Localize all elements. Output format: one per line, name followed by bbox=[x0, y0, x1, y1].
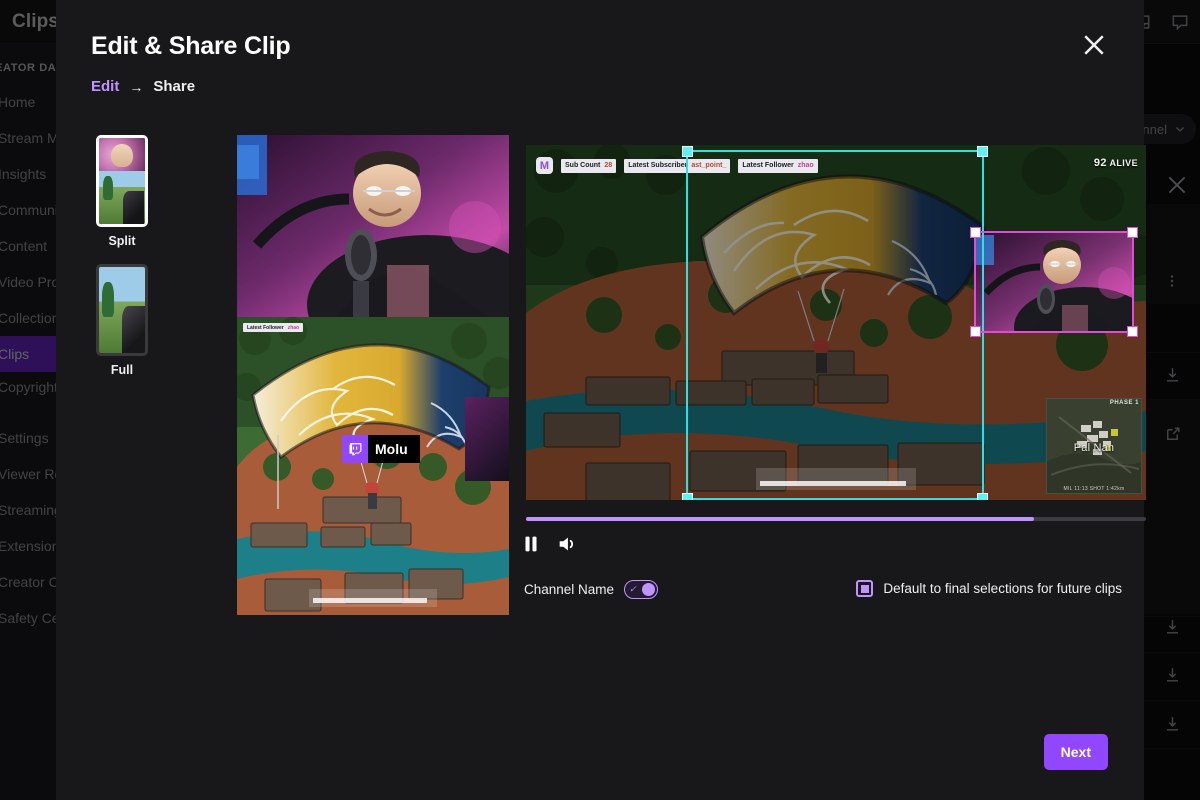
minimap-location: Pal Nan bbox=[1073, 442, 1115, 455]
thumbnail-game-region-full bbox=[99, 267, 145, 353]
arrow-right-icon: → bbox=[129, 78, 144, 95]
default-selections-checkbox[interactable] bbox=[856, 580, 874, 597]
modal-title: Edit & Share Clip bbox=[91, 32, 291, 60]
playback-controls bbox=[520, 533, 578, 555]
game-minimap: PHASE 1 Pal Nan MIL 11:13 SHOT 1:42km bbox=[1046, 398, 1142, 494]
layout-thumbnail-full[interactable] bbox=[96, 264, 148, 356]
video-scrubber[interactable] bbox=[526, 517, 1146, 521]
source-video-player[interactable]: M Sub Count 28 Latest Subscriber ast_poi… bbox=[526, 145, 1146, 500]
breadcrumb-step-edit[interactable]: Edit bbox=[91, 78, 119, 95]
default-selections-label: Default to final selections for future c… bbox=[883, 581, 1122, 596]
preview-game-region: Latest Follower zhao bbox=[237, 317, 509, 615]
layout-option-full[interactable]: Full bbox=[91, 264, 153, 377]
volume-button[interactable] bbox=[556, 533, 578, 555]
crop-handle-top-left[interactable] bbox=[970, 227, 981, 238]
toggle-knob bbox=[642, 583, 656, 596]
twitch-icon bbox=[342, 435, 368, 463]
video-progress-fill bbox=[526, 517, 1035, 521]
crop-handle-top-right[interactable] bbox=[977, 146, 988, 157]
chip-label: Latest Subscriber bbox=[628, 162, 688, 169]
crop-handle-bottom-right[interactable] bbox=[1127, 326, 1138, 337]
webcam-frame-image bbox=[237, 135, 509, 317]
close-icon[interactable] bbox=[1079, 30, 1109, 60]
thumbnail-game-region bbox=[99, 170, 145, 224]
pause-button[interactable] bbox=[520, 533, 542, 555]
preview-cam-inset bbox=[465, 397, 509, 481]
breadcrumb-step-share[interactable]: Share bbox=[153, 78, 195, 95]
default-selections-control: Default to final selections for future c… bbox=[856, 580, 1122, 597]
preview-hud-bar bbox=[309, 589, 437, 607]
chip-value: 28 bbox=[604, 162, 613, 169]
next-button[interactable]: Next bbox=[1043, 734, 1108, 770]
layout-options: Split Full bbox=[91, 135, 153, 393]
preview-webcam-region bbox=[237, 135, 509, 317]
breadcrumb: Edit → Share bbox=[91, 78, 195, 95]
crop-handle-top-left[interactable] bbox=[682, 146, 693, 157]
channel-name-control: Channel Name ✓ bbox=[524, 580, 659, 599]
channel-name-overlay: Molu bbox=[342, 435, 420, 463]
layout-thumbnail-split[interactable] bbox=[96, 135, 148, 227]
game-crop-selection[interactable] bbox=[682, 146, 988, 500]
preview-overlay-chip: Latest Follower zhao bbox=[243, 323, 304, 332]
alive-counter: 92 ALIVE bbox=[1094, 157, 1138, 169]
check-icon: ✓ bbox=[629, 584, 637, 594]
crop-handle-top-right[interactable] bbox=[1127, 227, 1138, 238]
layout-label-full: Full bbox=[110, 363, 134, 377]
layout-label-split: Split bbox=[108, 234, 136, 248]
vertical-preview: Latest Follower zhao Molu bbox=[237, 135, 509, 615]
channel-name-toggle[interactable]: ✓ bbox=[624, 580, 659, 599]
stream-logo-icon: M bbox=[536, 157, 553, 174]
minimap-footer: MIL 11:13 SHOT 1:42km bbox=[1063, 486, 1125, 492]
crop-handle-bottom-left[interactable] bbox=[682, 493, 693, 500]
preview-chip-label: Latest Follower bbox=[247, 324, 284, 331]
crop-handle-bottom-left[interactable] bbox=[970, 326, 981, 337]
preview-chip-value: zhao bbox=[287, 324, 300, 331]
edit-share-clip-modal: Edit & Share Clip Edit → Share Split Ful… bbox=[56, 0, 1146, 800]
channel-name-text: Molu bbox=[375, 441, 408, 457]
webcam-crop-selection[interactable] bbox=[970, 227, 1138, 337]
checkbox-fill bbox=[860, 584, 869, 593]
minimap-phase: PHASE 1 bbox=[1109, 400, 1139, 406]
chip-label: Sub Count bbox=[565, 162, 601, 169]
alive-label: ALIVE bbox=[1109, 158, 1138, 168]
channel-name-label: Channel Name bbox=[524, 582, 615, 597]
thumbnail-cam-region bbox=[99, 138, 145, 171]
alive-count: 92 bbox=[1093, 157, 1107, 169]
overlay-chip-sub-count: Sub Count 28 bbox=[561, 158, 617, 173]
app-root: Clips CREATOR DASHBOARD Home Stream Mana… bbox=[0, 0, 1200, 800]
crop-handle-bottom-right[interactable] bbox=[977, 493, 988, 500]
layout-option-split[interactable]: Split bbox=[91, 135, 153, 248]
